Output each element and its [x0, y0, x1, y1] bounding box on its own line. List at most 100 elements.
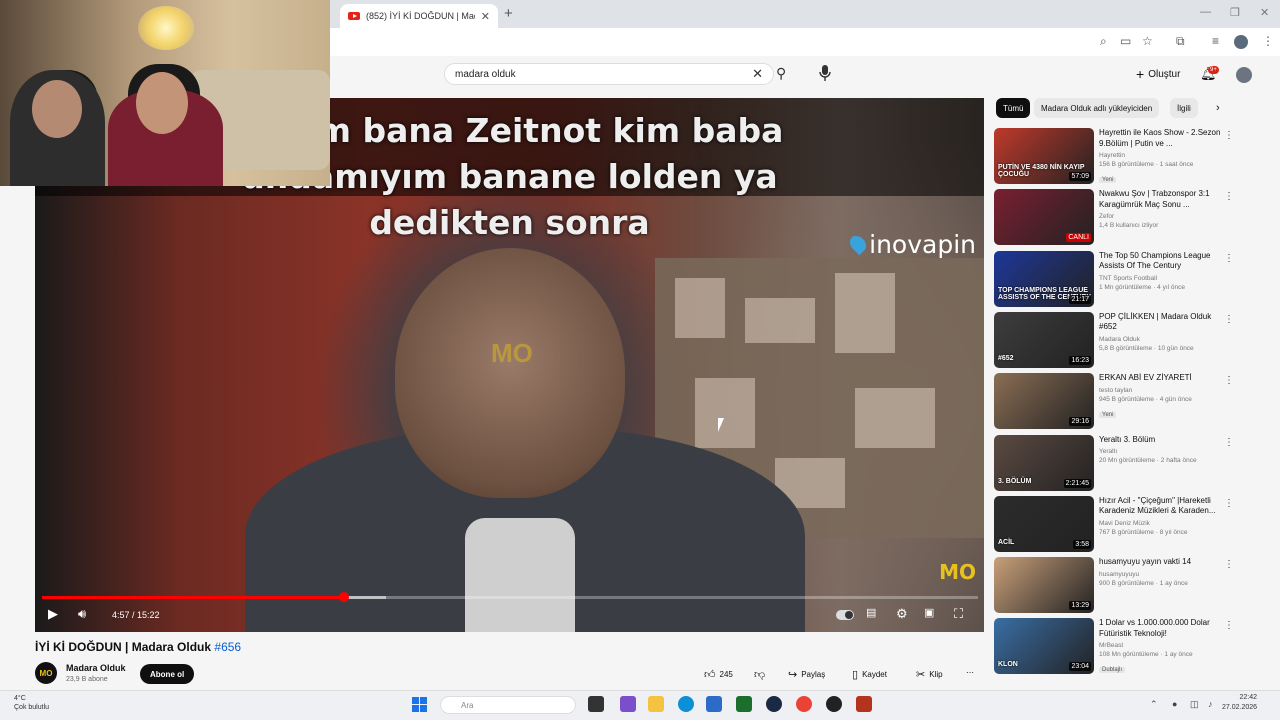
volume-icon[interactable]: 🔊︎ — [78, 606, 86, 622]
more-options-icon[interactable]: ⋮ — [1224, 437, 1234, 448]
minimize-icon[interactable]: — — [1200, 6, 1211, 18]
steam-icon[interactable] — [766, 696, 782, 712]
more-options-icon[interactable]: ⋮ — [1224, 559, 1234, 570]
recommendation-item[interactable]: #652 16:23 POP ÇİLİKKEN | Madara Olduk #65… — [994, 311, 1240, 370]
media-icon[interactable]: ≡ — [1212, 34, 1219, 48]
zoom-icon[interactable]: ⌕ — [1100, 34, 1107, 49]
obs-icon[interactable] — [826, 696, 842, 712]
subscribe-button[interactable]: Abone ol — [140, 664, 195, 684]
dislike-button[interactable]: 👎︎ — [754, 668, 765, 681]
app-icon[interactable] — [856, 696, 872, 712]
like-button[interactable]: 👍︎ 245 — [704, 668, 733, 681]
more-options-icon[interactable]: ⋮ — [1224, 191, 1234, 202]
captions-icon[interactable]: ▤ — [866, 606, 876, 619]
recommendation-channel[interactable]: Madara Olduk — [1099, 336, 1224, 343]
channel-avatar[interactable]: MO — [35, 662, 57, 684]
maximize-icon[interactable]: ❐ — [1230, 6, 1240, 19]
recommendation-title[interactable]: POP ÇİLİKKEN | Madara Olduk #652 — [1099, 312, 1224, 333]
play-icon[interactable]: ▶ — [48, 606, 58, 622]
video-thumbnail[interactable]: CANLI — [994, 189, 1094, 246]
recommendation-item[interactable]: 13:29 husamyuyu yayın vakti 14 husamyuyuyu… — [994, 557, 1240, 615]
settings-gear-icon[interactable]: ⚙ — [896, 606, 908, 622]
more-options-icon[interactable]: ⋮ — [1224, 375, 1234, 386]
microphone-tray-icon[interactable]: ● — [1172, 699, 1177, 709]
miniplayer-icon[interactable]: ▣ — [924, 606, 934, 619]
search-input[interactable]: madara olduk ✕ — [444, 63, 774, 85]
recommendation-item[interactable]: 29:16 ERKAN ABİ EV ZİYARETİ testo taylan 94… — [994, 373, 1240, 431]
chip-from-uploader[interactable]: Madara Olduk adlı yükleyiciden — [1034, 98, 1160, 118]
create-button[interactable]: + Oluştur — [1136, 66, 1180, 82]
chevron-right-icon[interactable]: › — [1216, 102, 1220, 114]
recommendation-channel[interactable]: Yeraltı — [1099, 448, 1224, 455]
more-options-icon[interactable]: ⋮ — [1224, 314, 1234, 325]
user-avatar[interactable] — [1236, 67, 1252, 83]
recommendation-item[interactable]: TOP CHAMPIONS LEAGUE ASSISTS OF THE CENT… — [994, 250, 1240, 309]
browser-tab[interactable]: (852) İYİ Kİ DOĞDUN | Madara ✕ — [340, 4, 498, 28]
chip-related[interactable]: İlgili — [1170, 98, 1198, 118]
recommendation-title[interactable]: Hayrettin ile Kaos Show - 2.Sezon 9.Bölü… — [1099, 128, 1224, 149]
recommendation-title[interactable]: husamyuyu yayın vakti 14 — [1099, 557, 1224, 568]
video-thumbnail[interactable]: 13:29 — [994, 557, 1094, 614]
microphone-icon[interactable] — [818, 64, 832, 82]
more-actions-button[interactable]: ⋯ — [966, 668, 974, 677]
nvidia-icon[interactable] — [736, 696, 752, 712]
recommendation-channel[interactable]: Zefor — [1099, 213, 1224, 220]
recommendation-item[interactable]: KLON 23:04 1 Dolar vs 1.000.000.000 Dolar … — [994, 618, 1240, 676]
video-thumbnail[interactable]: ACİL 3:58 — [994, 495, 1094, 552]
app-icon[interactable] — [620, 696, 636, 712]
recommendation-item[interactable]: CANLI Nwakwu Şov | Trabzonspor 3:1 Karagü… — [994, 189, 1240, 247]
browser-menu-icon[interactable]: ⋮ — [1262, 34, 1274, 48]
store-icon[interactable] — [706, 696, 722, 712]
clip-button[interactable]: ✂ Klip — [916, 668, 943, 681]
cast-icon[interactable]: ▭ — [1120, 34, 1131, 48]
weather-widget[interactable]: 4°C Çok bulutlu — [14, 694, 49, 712]
recommendation-item[interactable]: ACİL 3:58 Hızır Acil - "Çiçeğum" |Hareketl… — [994, 495, 1240, 554]
video-thumbnail[interactable]: PUTİN VE 4380 NİN KAYIP ÇOCUĞU 57:09 — [994, 128, 1094, 184]
video-thumbnail[interactable]: TOP CHAMPIONS LEAGUE ASSISTS OF THE CENT… — [994, 250, 1094, 307]
save-button[interactable]: ▯ Kaydet — [852, 668, 887, 681]
recommendation-title[interactable]: Yeraltı 3. Bölüm — [1099, 435, 1224, 446]
recommendation-channel[interactable]: husamyuyuyu — [1099, 571, 1224, 578]
channel-name[interactable]: Madara Olduk — [66, 663, 126, 673]
browser-profile-avatar[interactable] — [1234, 35, 1248, 49]
recommendation-title[interactable]: Nwakwu Şov | Trabzonspor 3:1 Karagümrük … — [1099, 189, 1224, 210]
clear-search-icon[interactable]: ✕ — [752, 66, 763, 82]
recommendation-title[interactable]: The Top 50 Champions League Assists Of T… — [1099, 251, 1224, 272]
windows-start-icon[interactable] — [412, 697, 427, 712]
more-options-icon[interactable]: ⋮ — [1224, 130, 1234, 141]
share-button[interactable]: ↪ Paylaş — [788, 668, 825, 681]
more-options-icon[interactable]: ⋮ — [1224, 498, 1234, 509]
recommendation-channel[interactable]: Mavi Deniz Müzik — [1099, 520, 1224, 527]
video-thumbnail[interactable]: #652 16:23 — [994, 311, 1094, 368]
recommendation-channel[interactable]: MrBeast — [1099, 642, 1224, 649]
more-options-icon[interactable]: ⋮ — [1224, 253, 1234, 264]
video-thumbnail[interactable]: 29:16 — [994, 373, 1094, 430]
bookmark-star-icon[interactable]: ☆ — [1142, 34, 1153, 48]
chip-all[interactable]: Tümü — [996, 98, 1031, 118]
recommendation-title[interactable]: 1 Dolar vs 1.000.000.000 Dolar Fütüristi… — [1099, 618, 1224, 639]
more-options-icon[interactable]: ⋮ — [1224, 620, 1234, 631]
network-icon[interactable]: ◫ — [1190, 699, 1199, 710]
fullscreen-icon[interactable]: ⛶ — [954, 606, 963, 622]
task-view-icon[interactable] — [588, 696, 604, 712]
recommendation-item[interactable]: 3. BÖLÜM 2:21:45 Yeraltı 3. Bölüm Yeraltı 20… — [994, 434, 1240, 493]
file-explorer-icon[interactable] — [648, 696, 664, 712]
extensions-icon[interactable]: ⧉ — [1176, 34, 1185, 49]
recommendation-title[interactable]: ERKAN ABİ EV ZİYARETİ — [1099, 373, 1224, 384]
close-window-icon[interactable]: ✕ — [1260, 6, 1269, 19]
speaker-icon[interactable]: ♪ — [1208, 699, 1213, 709]
new-tab-button[interactable]: + — [504, 5, 513, 22]
taskbar-clock[interactable]: 22:42 27.02.2026 — [1222, 693, 1257, 713]
video-thumbnail[interactable]: 3. BÖLÜM 2:21:45 — [994, 434, 1094, 491]
chrome-icon[interactable] — [796, 696, 812, 712]
recommendation-item[interactable]: PUTİN VE 4380 NİN KAYIP ÇOCUĞU 57:09 Hayre… — [994, 128, 1240, 186]
autoplay-toggle[interactable] — [836, 610, 854, 620]
chevron-up-icon[interactable]: ⌃ — [1150, 699, 1158, 710]
search-icon[interactable]: ⚲ — [776, 65, 786, 82]
taskbar-search[interactable]: Ara — [440, 696, 576, 714]
hashtag-link[interactable]: #656 — [214, 640, 241, 654]
edge-icon[interactable] — [678, 696, 694, 712]
tab-close-icon[interactable]: ✕ — [481, 10, 490, 23]
recommendation-title[interactable]: Hızır Acil - "Çiçeğum" |Hareketli Karade… — [1099, 496, 1224, 517]
video-thumbnail[interactable]: KLON 23:04 — [994, 618, 1094, 675]
